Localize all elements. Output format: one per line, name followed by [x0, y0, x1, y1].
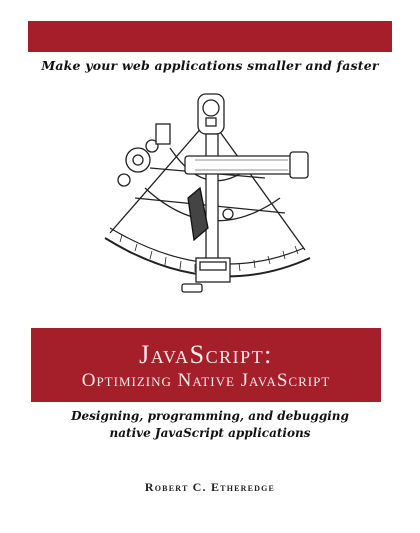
description-line-1: Designing, programming, and debugging [71, 409, 349, 423]
cover-tagline: Make your web applications smaller and f… [41, 58, 379, 73]
description-line-2: native JavaScript applications [109, 426, 311, 440]
author-name: Robert C. Etheredge [144, 480, 276, 494]
book-title: JavaScript: [139, 340, 273, 369]
book-subtitle-title: Optimizing Native JavaScript [81, 370, 331, 391]
title-band: JavaScript: Optimizing Native JavaScript [31, 328, 381, 402]
top-color-band [28, 21, 392, 52]
sextant-illustration [104, 93, 311, 293]
cover-description: Designing, programming, and debugging na… [40, 408, 380, 442]
